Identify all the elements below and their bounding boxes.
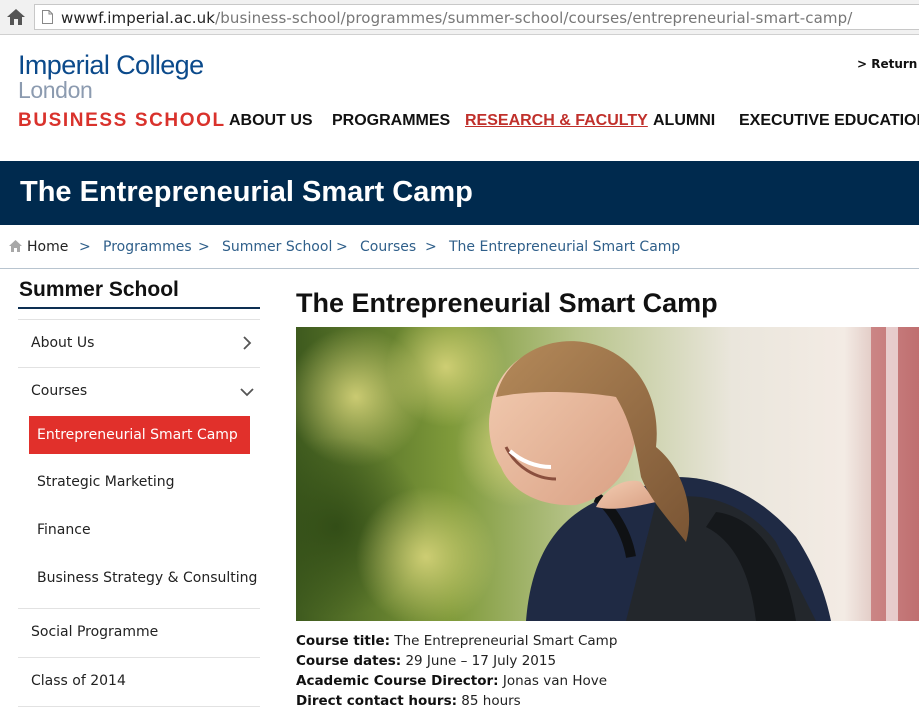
- detail-value: 29 June – 17 July 2015: [401, 653, 557, 669]
- page-icon: [42, 10, 53, 24]
- detail-label: Course dates:: [296, 653, 402, 669]
- nav-programmes[interactable]: PROGRAMMES: [332, 112, 450, 130]
- sidebar-item-social-programme[interactable]: Social Programme: [18, 608, 260, 657]
- logo-imperial-college: Imperial College: [18, 50, 204, 80]
- breadcrumb-separator: >: [336, 239, 348, 255]
- sidebar-subitem-business-strategy[interactable]: Business Strategy & Consulting: [18, 556, 260, 600]
- breadcrumb-separator: >: [425, 239, 437, 255]
- breadcrumb-courses[interactable]: Courses: [360, 239, 416, 255]
- page-title-banner: The Entrepreneurial Smart Camp: [0, 161, 919, 225]
- logo-london: London: [18, 77, 93, 103]
- hero-image: [296, 327, 919, 621]
- sidebar-item-label: Social Programme: [31, 624, 159, 640]
- sidebar-item-label: Courses: [31, 383, 88, 399]
- sidebar-subitem-label: Business Strategy & Consulting: [37, 570, 258, 586]
- detail-course-dates: Course dates: 29 June – 17 July 2015: [296, 651, 617, 671]
- sidebar-item-class-of-2014[interactable]: Class of 2014: [18, 657, 260, 707]
- sidebar-item-about-us[interactable]: About Us: [18, 319, 260, 368]
- home-icon[interactable]: [6, 7, 26, 27]
- detail-course-title: Course title: The Entrepreneurial Smart …: [296, 631, 617, 651]
- breadcrumb-current[interactable]: The Entrepreneurial Smart Camp: [449, 239, 680, 255]
- nav-alumni[interactable]: ALUMNI: [653, 112, 715, 130]
- nav-executive-education[interactable]: EXECUTIVE EDUCATION: [739, 112, 919, 130]
- url-path: /business-school/programmes/summer-schoo…: [215, 9, 853, 27]
- sidebar-subitem-label: Strategic Marketing: [37, 474, 175, 490]
- breadcrumb-separator: >: [198, 239, 210, 255]
- nav-research-faculty[interactable]: RESEARCH & FACULTY: [465, 112, 648, 130]
- sidebar-item-label: About Us: [31, 335, 95, 351]
- nav-about-us[interactable]: ABOUT US: [229, 112, 313, 130]
- chevron-right-icon: [243, 336, 252, 350]
- chevron-down-icon: [240, 388, 254, 397]
- sidebar-subitem-label: Entrepreneurial Smart Camp: [37, 427, 238, 443]
- browser-toolbar: wwwf.imperial.ac.uk/business-school/prog…: [0, 0, 919, 35]
- return-link[interactable]: > Return to: [857, 57, 919, 71]
- detail-value: 85 hours: [457, 693, 521, 709]
- home-icon: [9, 240, 22, 252]
- course-details: Course title: The Entrepreneurial Smart …: [296, 631, 617, 711]
- url-host: wwwf.imperial.ac.uk: [61, 9, 216, 27]
- sidebar-subitem-strategic-marketing[interactable]: Strategic Marketing: [18, 460, 260, 504]
- sidebar-title: Summer School: [18, 278, 260, 309]
- detail-value: Jonas van Hove: [498, 673, 608, 689]
- breadcrumb-separator: >: [79, 239, 91, 255]
- breadcrumb-summer-school[interactable]: Summer School: [222, 239, 332, 255]
- breadcrumb-home[interactable]: Home: [27, 239, 68, 255]
- detail-label: Academic Course Director:: [296, 673, 499, 689]
- detail-label: Direct contact hours:: [296, 693, 457, 709]
- breadcrumb-programmes[interactable]: Programmes: [103, 239, 192, 255]
- content-title: The Entrepreneurial Smart Camp: [296, 288, 718, 318]
- detail-course-director: Academic Course Director: Jonas van Hove: [296, 671, 617, 691]
- sidebar-nav: Summer School About Us Courses Entrepren…: [18, 278, 260, 707]
- sidebar-subitem-finance[interactable]: Finance: [18, 508, 260, 552]
- sidebar-subitem-entrepreneurial-smart-camp[interactable]: Entrepreneurial Smart Camp: [29, 416, 250, 454]
- sidebar-item-label: Class of 2014: [31, 673, 126, 689]
- sidebar-item-courses[interactable]: Courses: [18, 367, 260, 416]
- detail-label: Course title:: [296, 633, 391, 649]
- sidebar-subitem-label: Finance: [37, 522, 91, 538]
- imperial-logo[interactable]: Imperial College London: [18, 50, 204, 103]
- url-text: wwwf.imperial.ac.uk/business-school/prog…: [61, 9, 852, 27]
- logo-business-school: BUSINESS SCHOOL: [18, 110, 226, 131]
- student-photo: [296, 327, 919, 621]
- detail-contact-hours: Direct contact hours: 85 hours: [296, 691, 617, 711]
- breadcrumb: Home > Programmes > Summer School > Cour…: [0, 236, 919, 269]
- address-bar[interactable]: wwwf.imperial.ac.uk/business-school/prog…: [34, 4, 919, 30]
- detail-value: The Entrepreneurial Smart Camp: [390, 633, 618, 649]
- banner-title: The Entrepreneurial Smart Camp: [20, 176, 473, 208]
